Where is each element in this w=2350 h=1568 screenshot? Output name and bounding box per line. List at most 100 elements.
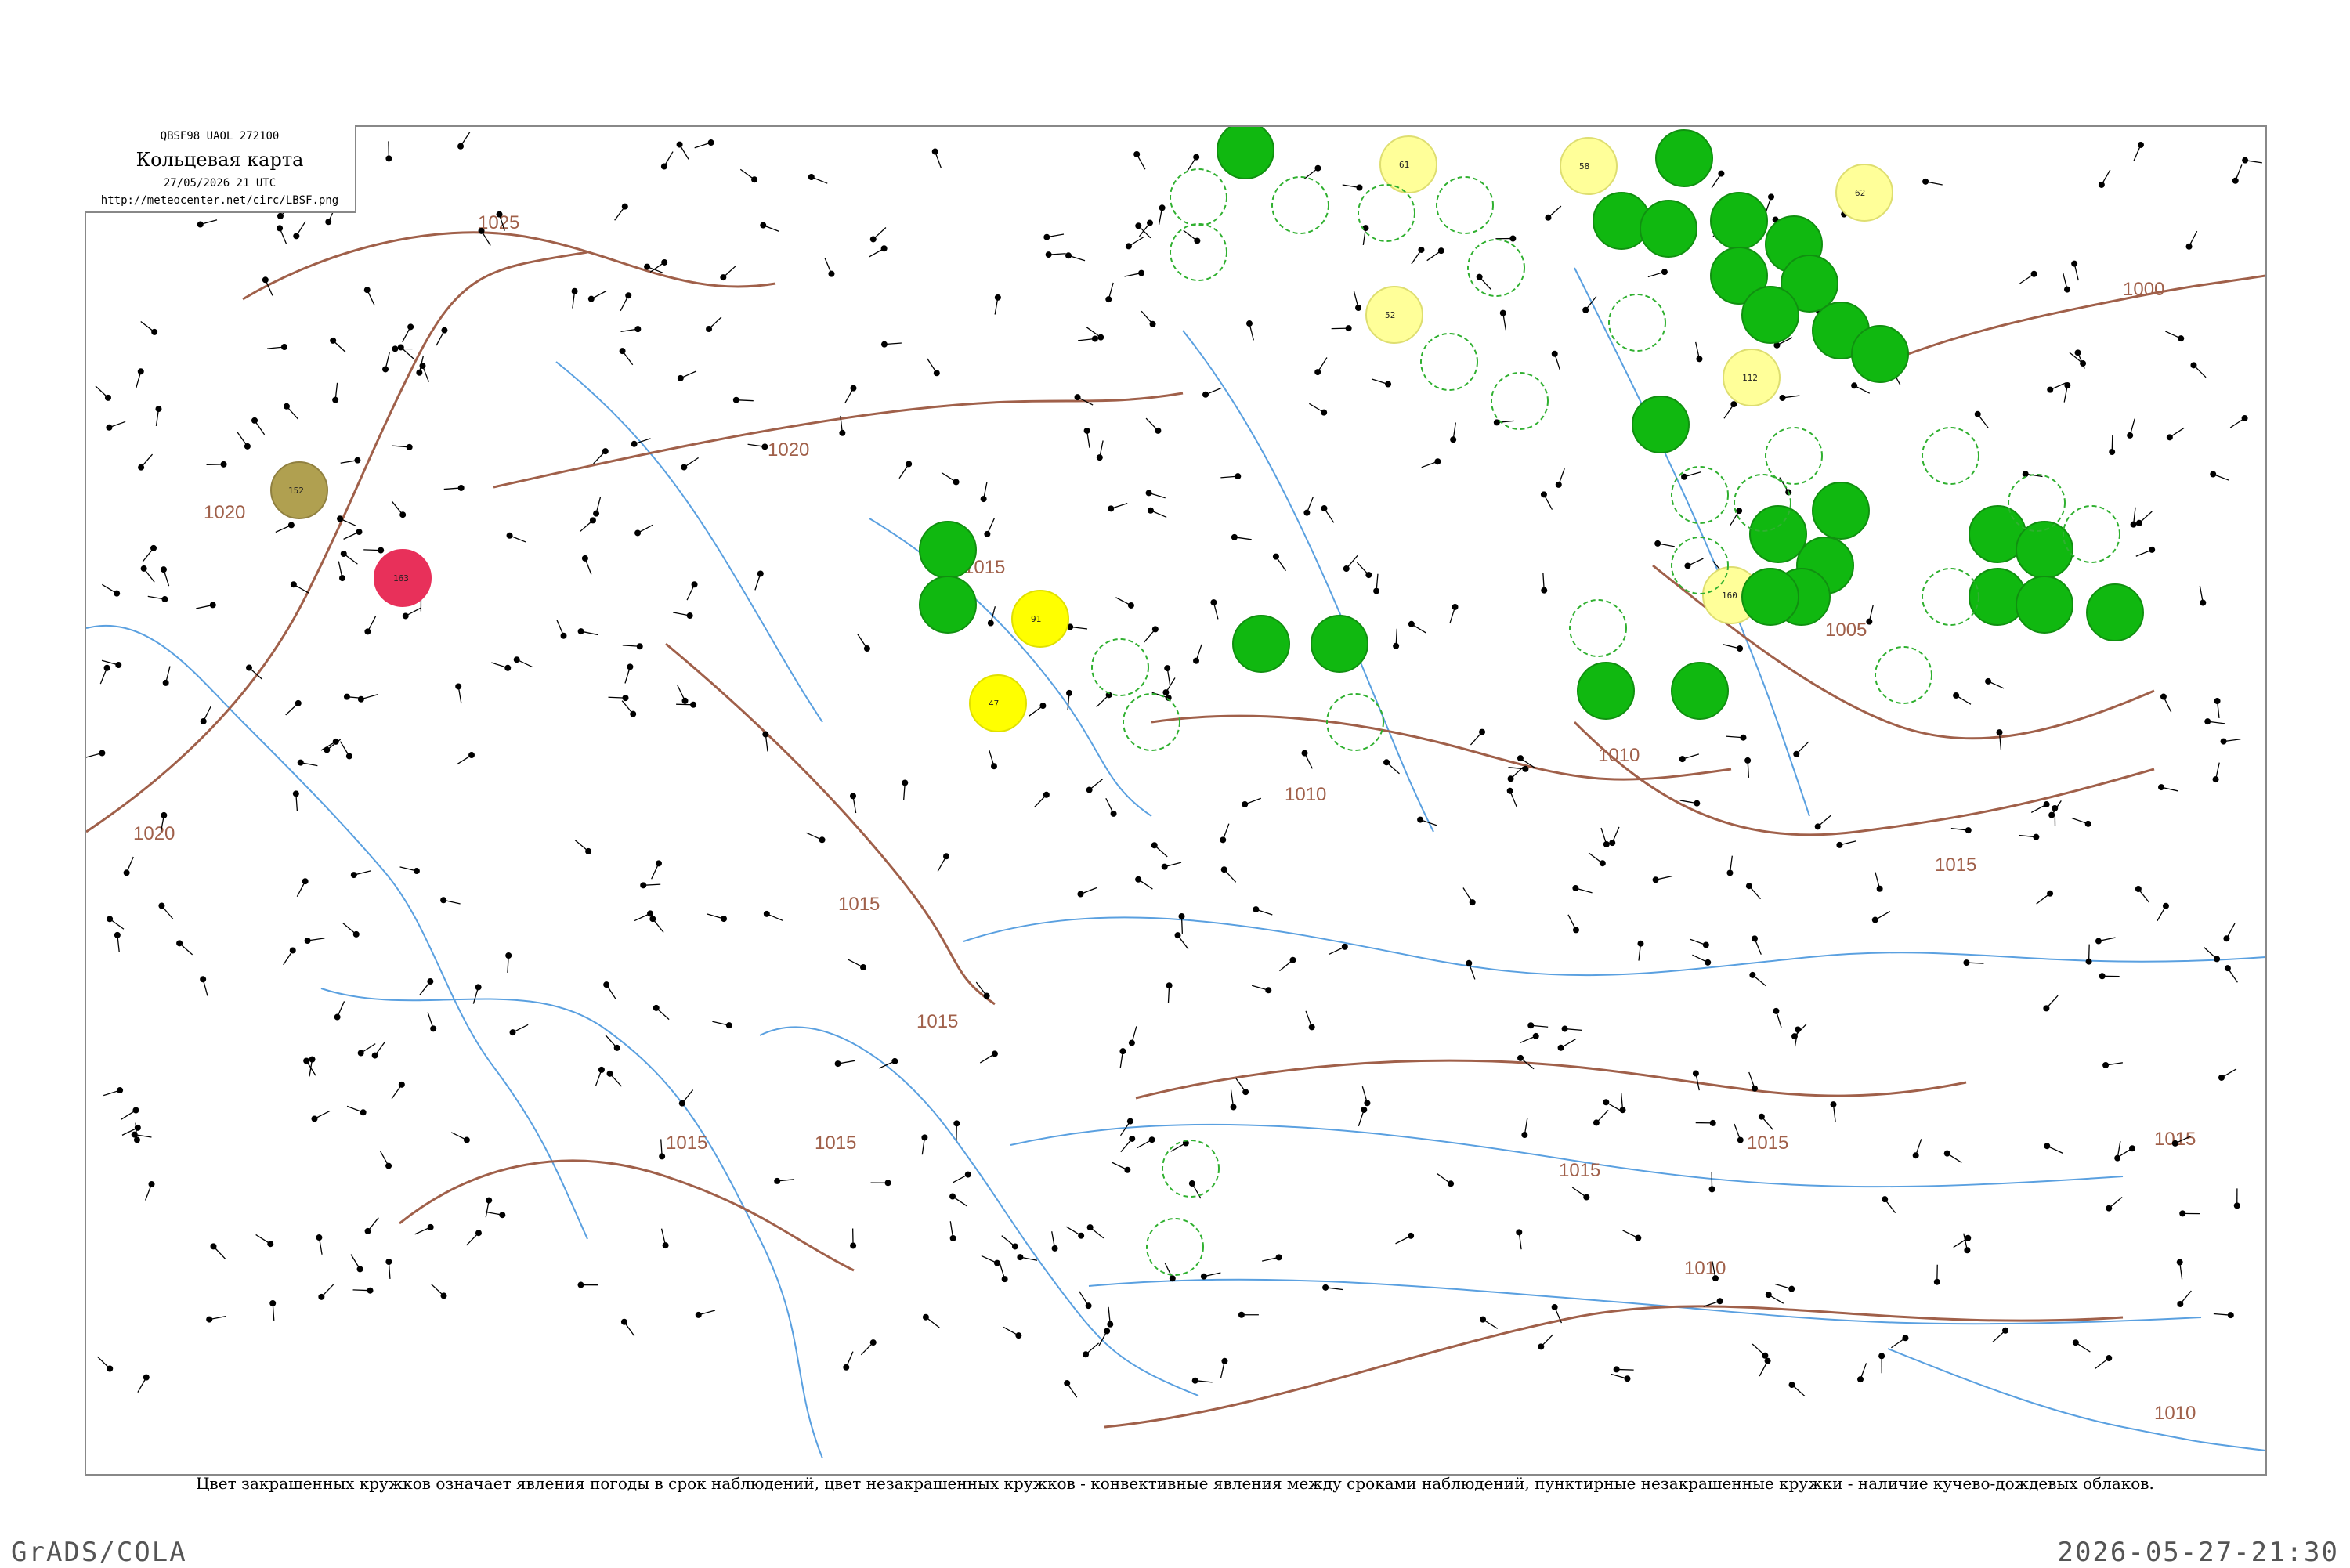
cb-cloud-circle[interactable] (1421, 334, 1477, 390)
wind-barb (1224, 869, 1236, 882)
station-plot (1146, 490, 1166, 497)
station-plot (363, 547, 384, 554)
wind-barb (1146, 418, 1158, 431)
cb-cloud-circle[interactable] (1437, 177, 1493, 233)
station-plot (2044, 1143, 2063, 1153)
weather-map[interactable]: 1025 1020 1020 1020 1015 1015 1015 1015 … (85, 125, 2267, 1476)
station-dot (1253, 906, 1259, 912)
weather-circle-rain[interactable] (1632, 396, 1689, 453)
station-plot (1891, 1335, 1908, 1348)
weather-circle-rain[interactable] (2016, 522, 2073, 578)
cb-cloud-circle[interactable] (1092, 639, 1148, 695)
wind-barb (1796, 742, 1809, 754)
cb-cloud-circle[interactable] (1766, 428, 1822, 484)
wind-barb (682, 1090, 693, 1104)
station-plot (1329, 944, 1348, 954)
station-plot (1759, 1358, 1770, 1376)
weather-circle-rain[interactable] (1813, 482, 1869, 539)
wind-barb (585, 558, 591, 575)
weather-circle-rain[interactable] (1742, 569, 1799, 625)
wind-barb (1752, 1344, 1765, 1356)
isobar-label: 1015 (815, 1133, 856, 1154)
station-plot (1752, 1344, 1768, 1359)
wind-barb (687, 584, 694, 600)
wind-barb (1723, 645, 1740, 649)
weather-circle-rain[interactable] (1750, 506, 1806, 562)
cb-cloud-circle[interactable] (1672, 467, 1728, 523)
station-plot (2099, 973, 2120, 979)
weather-circle-rain[interactable] (920, 576, 976, 633)
station-plot (2200, 586, 2206, 606)
station-plot (1766, 193, 1774, 213)
weather-circle-rain[interactable] (920, 522, 976, 578)
cb-cloud-circle[interactable] (1922, 428, 1979, 484)
station-plot (155, 406, 161, 426)
weather-circle-rain[interactable] (2016, 576, 2073, 633)
wind-barb (2204, 948, 2217, 959)
weather-circle-rain[interactable] (2087, 584, 2143, 641)
station-plot (1541, 573, 1547, 594)
map-url[interactable]: http://meteocenter.net/circ/LBSF.png (85, 194, 355, 207)
wind-barb (1079, 1292, 1089, 1306)
weather-circle-rain[interactable] (1711, 193, 1767, 249)
circle-label: 62 (1855, 188, 1865, 198)
cb-cloud-circle[interactable] (1170, 224, 1227, 280)
wind-barb (1184, 230, 1198, 240)
weather-circle-rain[interactable] (1578, 663, 1634, 719)
wind-barb (375, 1042, 385, 1056)
wind-barb (102, 660, 118, 665)
wind-barb (380, 1151, 389, 1165)
wind-barb (2074, 264, 2078, 280)
cb-cloud-circle[interactable] (1570, 600, 1626, 656)
wind-barb (143, 548, 154, 562)
weather-circle-rain[interactable] (1672, 663, 1728, 719)
station-plot (1252, 985, 1271, 993)
station-plot (681, 457, 698, 470)
station-plot (1097, 441, 1103, 461)
wind-barb (431, 1284, 443, 1295)
cb-cloud-circle[interactable] (1491, 373, 1548, 429)
weather-circle-rain[interactable] (1311, 616, 1368, 672)
wind-barb (1003, 1327, 1018, 1335)
station-dot (403, 612, 409, 619)
station-plot (2214, 1312, 2234, 1318)
wind-barb (1304, 168, 1318, 179)
wind-barb (2170, 428, 2184, 437)
weather-circle-rain[interactable] (1217, 127, 1274, 179)
cb-cloud-circle[interactable] (1147, 1219, 1203, 1275)
station-plot (1780, 395, 1800, 401)
weather-circle-rain[interactable] (1742, 287, 1799, 343)
wind-barb (610, 1074, 622, 1086)
station-plot (158, 903, 172, 919)
cb-cloud-circle[interactable] (2063, 506, 2120, 562)
weather-circle-rain[interactable] (1656, 130, 1712, 186)
cb-cloud-circle[interactable] (1609, 294, 1665, 351)
station-plot (1815, 815, 1831, 829)
station-plot (196, 602, 216, 609)
cb-cloud-circle[interactable] (1272, 177, 1329, 233)
weather-circle-rain[interactable] (1852, 326, 1908, 382)
weather-circle-rain[interactable] (1233, 616, 1289, 672)
station-plot (491, 663, 511, 671)
cb-cloud-circle[interactable] (1162, 1140, 1219, 1197)
station-plot (1836, 841, 1856, 848)
wind-barb (403, 327, 410, 341)
wind-barb (1520, 1036, 1535, 1043)
cb-cloud-circle[interactable] (1170, 169, 1227, 226)
station-plot (86, 750, 105, 757)
station-dot (1470, 899, 1476, 905)
station-plot (748, 443, 768, 450)
cb-cloud-circle[interactable] (1468, 240, 1524, 296)
circle-label: 163 (393, 573, 409, 583)
station-plot (650, 259, 667, 272)
wind-barb (2019, 274, 2034, 284)
cb-cloud-circle[interactable] (1875, 647, 1932, 703)
station-plot (1126, 237, 1144, 250)
wind-barb (2076, 1342, 2090, 1352)
wind-barb (1412, 624, 1426, 633)
station-plot (1253, 906, 1272, 915)
wind-barb (1068, 255, 1085, 260)
weather-circle-rain[interactable] (1640, 201, 1697, 257)
isobars (86, 233, 2265, 1427)
software-credit: GrADS/COLA (11, 1537, 187, 1568)
